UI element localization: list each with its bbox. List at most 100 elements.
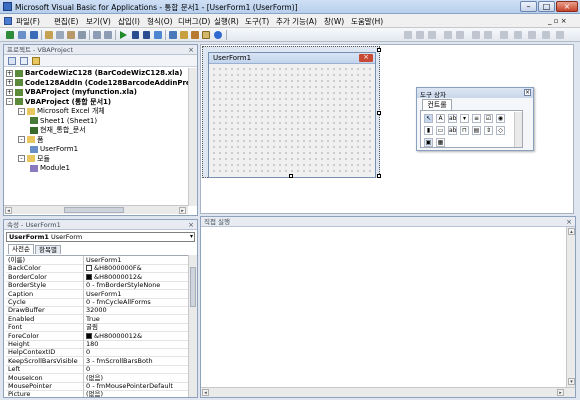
textbox-tool-icon[interactable]: ab xyxy=(448,114,457,123)
refedit-tool-icon[interactable]: ▦ xyxy=(436,138,445,147)
collapse-icon[interactable]: - xyxy=(18,155,25,162)
object-selector[interactable]: UserForm1 UserForm ▾ xyxy=(6,232,195,242)
userform1[interactable]: UserForm1 × xyxy=(208,52,376,178)
resize-handle[interactable] xyxy=(377,48,381,52)
tab-alphabetic[interactable]: 사전순 xyxy=(8,244,34,254)
property-value-cell[interactable]: &H8000000F& xyxy=(83,264,191,273)
save-icon[interactable] xyxy=(30,31,38,39)
properties-scroll-thumb[interactable] xyxy=(190,267,196,307)
paste-icon[interactable] xyxy=(67,31,75,39)
design-mode-icon[interactable] xyxy=(154,31,162,39)
tree-item[interactable]: - Microsoft Excel 개체 xyxy=(18,107,105,116)
expand-icon[interactable]: + xyxy=(6,79,13,86)
tree-item[interactable]: + VBAProject (myfunction.xla) xyxy=(6,88,137,97)
group-icon[interactable] xyxy=(472,31,480,39)
property-value-cell[interactable]: 32000 xyxy=(83,306,191,315)
tab-categorized[interactable]: 항목별 xyxy=(35,245,61,254)
immediate-vertical-scrollbar[interactable]: ▴ ▾ xyxy=(566,227,575,387)
find-icon[interactable] xyxy=(78,31,86,39)
property-value-cell[interactable]: 0 xyxy=(83,365,191,374)
make-same-size-icon[interactable] xyxy=(428,31,436,39)
view-code-icon[interactable] xyxy=(8,57,16,65)
collapse-icon[interactable]: - xyxy=(18,107,25,115)
property-value-cell[interactable]: 0 - fmBorderStyleNone xyxy=(83,281,191,290)
property-value-cell[interactable]: 180 xyxy=(83,340,191,348)
spinbutton-tool-icon[interactable]: ◇ xyxy=(496,126,505,135)
scroll-thumb[interactable] xyxy=(64,207,124,213)
userform-grid[interactable] xyxy=(211,66,373,176)
menu-help[interactable]: 도움말(H) xyxy=(351,16,383,27)
close-project-explorer-icon[interactable]: × xyxy=(188,45,194,55)
collapse-icon[interactable]: - xyxy=(6,98,13,105)
property-value-cell[interactable]: 0 xyxy=(83,348,191,357)
close-properties-icon[interactable]: × xyxy=(188,220,194,230)
property-value-cell[interactable]: UserForm1 xyxy=(83,289,191,298)
view-excel-icon[interactable] xyxy=(6,31,14,39)
scroll-right-icon[interactable]: ▸ xyxy=(557,389,564,396)
immediate-horizontal-scrollbar[interactable]: ◂ ▸ xyxy=(201,387,575,397)
help-icon[interactable] xyxy=(214,31,222,39)
tree-item[interactable]: - VBAProject (통합 문서1) xyxy=(6,98,111,107)
multipage-tool-icon[interactable]: ▤ xyxy=(472,126,481,135)
menu-run[interactable]: 실행(R) xyxy=(214,16,239,27)
tree-item[interactable]: -폼 xyxy=(18,136,43,145)
menu-file[interactable]: 파일(F) xyxy=(16,16,40,27)
resize-handle[interactable] xyxy=(377,111,381,115)
project-explorer-icon[interactable] xyxy=(169,31,177,39)
tree-item[interactable]: 현재_통합_문서 xyxy=(30,126,86,135)
bring-to-front-icon[interactable] xyxy=(444,31,452,39)
redo-icon[interactable] xyxy=(104,31,112,39)
expand-icon[interactable]: + xyxy=(6,69,13,77)
label-tool-icon[interactable]: A xyxy=(436,114,445,123)
zoom-icon[interactable] xyxy=(500,31,508,39)
menu-format[interactable]: 형식(O) xyxy=(147,16,173,27)
maximize-button[interactable]: □ xyxy=(538,1,555,12)
optionbutton-tool-icon[interactable]: ◉ xyxy=(496,114,505,123)
copy-icon[interactable] xyxy=(56,31,64,39)
mdi-window-controls[interactable]: _ ▫ × xyxy=(548,17,567,25)
commandbutton-tool-icon[interactable]: ab xyxy=(448,126,457,135)
immediate-text-area[interactable] xyxy=(201,227,566,387)
object-browser-icon[interactable] xyxy=(191,31,199,39)
menu-debug[interactable]: 디버그(D) xyxy=(178,16,210,27)
undo-icon[interactable] xyxy=(93,31,101,39)
combobox-tool-icon[interactable]: ▾ xyxy=(460,114,469,123)
scroll-down-icon[interactable]: ▾ xyxy=(568,378,575,385)
reset-icon[interactable] xyxy=(143,31,150,39)
menu-window[interactable]: 창(W) xyxy=(324,16,344,27)
toolbox-scrollbar[interactable] xyxy=(514,112,522,147)
size-to-grid-icon[interactable] xyxy=(542,31,550,39)
cut-icon[interactable] xyxy=(45,31,53,39)
property-value-cell[interactable]: 3 - fmScrollBarsBoth xyxy=(83,356,191,365)
listbox-tool-icon[interactable]: ≡ xyxy=(472,114,481,123)
tree-item[interactable]: + BarCodeWizC128 (BarCodeWizC128.xla) xyxy=(6,69,182,78)
collapse-icon[interactable]: - xyxy=(18,136,25,143)
frame-tool-icon[interactable]: ▭ xyxy=(436,126,445,135)
property-value-cell[interactable]: &H80000012& xyxy=(83,272,191,281)
scroll-left-icon[interactable]: ◂ xyxy=(5,207,12,214)
close-window-button[interactable]: × xyxy=(556,1,578,12)
vertical-spacing-icon[interactable] xyxy=(528,31,536,39)
scroll-left-icon[interactable]: ◂ xyxy=(202,389,209,396)
send-to-back-icon[interactable] xyxy=(456,31,464,39)
toolbox-close-icon[interactable]: × xyxy=(524,89,531,96)
toolbox-icon[interactable] xyxy=(202,31,210,39)
excel-view-icon[interactable] xyxy=(4,17,12,25)
properties-window-icon[interactable] xyxy=(180,31,188,39)
property-value-cell[interactable]: 굴림 xyxy=(83,323,191,332)
checkbox-tool-icon[interactable]: ☑ xyxy=(484,114,493,123)
tabstrip-tool-icon[interactable]: ⊓ xyxy=(460,126,469,135)
tab-controls[interactable]: 컨트롤 xyxy=(422,99,452,110)
select-objects-icon[interactable]: ↖ xyxy=(424,114,433,123)
togglebutton-tool-icon[interactable]: ▮ xyxy=(424,126,433,135)
menu-view[interactable]: 보기(V) xyxy=(86,16,111,27)
expand-icon[interactable]: + xyxy=(6,88,13,96)
property-value-cell[interactable]: (없음) xyxy=(83,390,191,397)
project-vertical-scrollbar[interactable] xyxy=(188,68,197,206)
property-value-cell[interactable]: UserForm1 xyxy=(83,256,191,264)
property-value-cell[interactable]: 0 - fmMousePointerDefault xyxy=(83,382,191,390)
insert-userform-icon[interactable] xyxy=(18,31,26,39)
tree-item[interactable]: - 모듈 xyxy=(18,155,50,164)
property-row[interactable]: Picture (없음) xyxy=(6,390,192,397)
center-icon[interactable] xyxy=(416,31,424,39)
